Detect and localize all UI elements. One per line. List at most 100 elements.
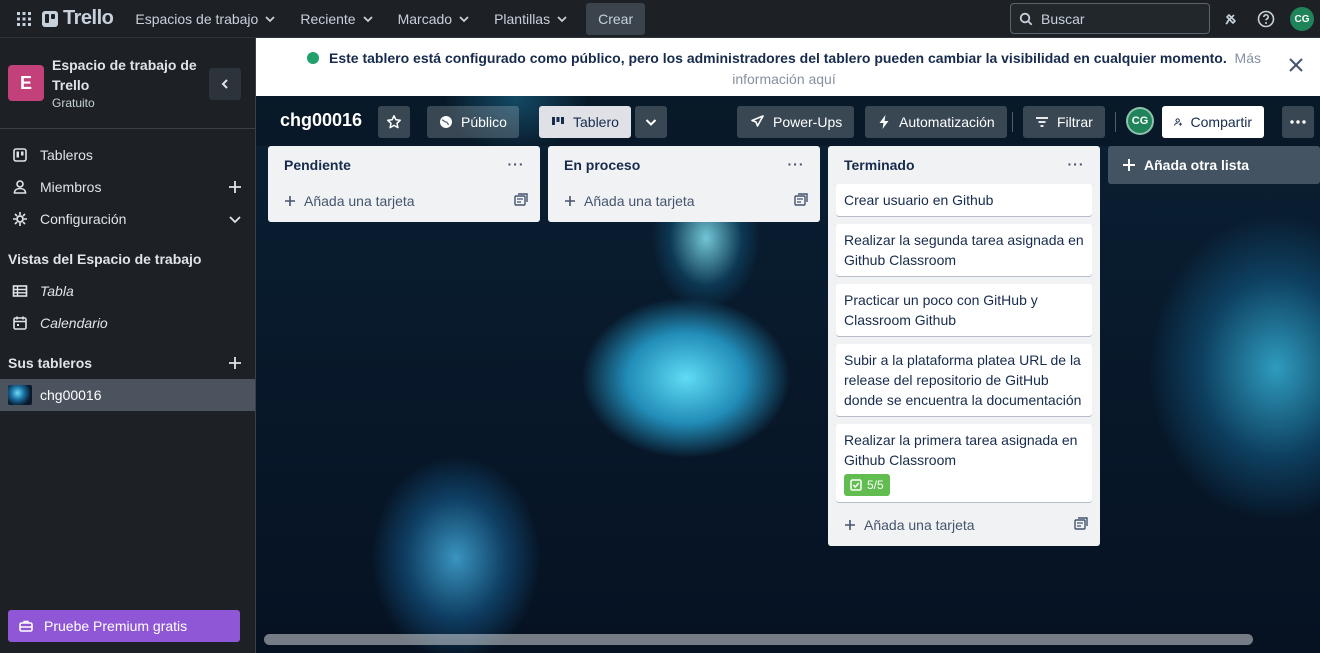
list-en-proceso: En proceso ··· Añada una tarjeta — [548, 146, 820, 222]
plus-icon — [285, 196, 295, 206]
card-title: Crear usuario en Github — [844, 192, 994, 208]
list-header[interactable]: Terminado ··· — [836, 146, 1092, 184]
app-switcher-icon[interactable] — [8, 3, 40, 35]
chevron-down-icon — [645, 119, 657, 126]
card-template-icon[interactable] — [1074, 517, 1088, 531]
try-premium-button[interactable]: Pruebe Premium gratis — [8, 610, 240, 642]
card-template-icon[interactable] — [514, 193, 528, 207]
board-menu-button[interactable] — [1282, 106, 1314, 138]
sidebar-item-members[interactable]: Miembros — [0, 171, 255, 203]
share-label: Compartir — [1190, 114, 1252, 130]
card[interactable]: Crear usuario en Github — [836, 184, 1092, 216]
card-title: Subir a la plataforma platea URL de la r… — [844, 352, 1082, 408]
sidebar-item-calendar-view[interactable]: Calendario — [0, 307, 255, 339]
try-premium-label: Pruebe Premium gratis — [44, 618, 188, 634]
close-banner-button[interactable] — [1282, 51, 1310, 79]
search-input[interactable] — [1041, 10, 1191, 27]
add-card-button[interactable]: Añada una tarjeta — [556, 184, 812, 218]
star-icon — [387, 115, 401, 129]
card[interactable]: Realizar la primera tarea asignada en Gi… — [836, 424, 1092, 502]
board-view-label: Tablero — [573, 114, 619, 130]
sidebar-board-chg00016[interactable]: chg00016 — [0, 379, 255, 411]
workspace-sidebar: E Espacio de trabajo de Trello Gratuito … — [0, 38, 256, 653]
board-title[interactable]: chg00016 — [280, 110, 362, 131]
automation-button[interactable]: Automatización — [865, 106, 1007, 138]
list-menu-button[interactable]: ··· — [784, 150, 808, 178]
board-member-avatar[interactable]: CG — [1126, 107, 1154, 135]
help-icon[interactable] — [1252, 5, 1280, 33]
your-boards-label: Sus tableros — [8, 355, 93, 371]
list-header[interactable]: En proceso ··· — [556, 146, 812, 184]
sidebar-item-boards[interactable]: Tableros — [0, 139, 255, 171]
notifications-icon[interactable] — [1217, 5, 1245, 33]
create-button[interactable]: Crear — [586, 2, 646, 35]
switch-view-button[interactable] — [635, 106, 667, 138]
card[interactable]: Subir a la plataforma platea URL de la r… — [836, 344, 1092, 416]
checkbox-icon — [850, 479, 862, 491]
add-member-icon[interactable] — [227, 179, 243, 195]
rocket-icon — [751, 115, 764, 127]
sidebar-item-label: Tabla — [40, 283, 74, 299]
person-icon — [13, 180, 27, 194]
workspace-avatar[interactable]: E — [8, 65, 44, 101]
horizontal-scrollbar[interactable] — [264, 634, 1253, 645]
card[interactable]: Practicar un poco con GitHub y Classroom… — [836, 284, 1092, 336]
list-menu-button[interactable]: ··· — [504, 150, 528, 178]
header-divider — [1115, 112, 1116, 132]
menu-templates[interactable]: Plantillas — [484, 3, 578, 35]
workspace-plan: Gratuito — [52, 96, 95, 110]
add-another-list-button[interactable]: Añada otra lista — [1108, 146, 1320, 184]
search-box[interactable] — [1010, 3, 1210, 34]
banner-text: Este tablero está configurado como públi… — [304, 48, 1264, 90]
chevron-down-icon — [265, 15, 275, 22]
search-icon — [1019, 12, 1033, 25]
card[interactable]: Realizar la segunda tarea asignada en Gi… — [836, 224, 1092, 276]
list-title[interactable]: Terminado — [844, 157, 915, 173]
checklist-badge: 5/5 — [844, 474, 890, 496]
share-button[interactable]: Compartir — [1162, 106, 1264, 138]
menu-recent[interactable]: Reciente — [290, 3, 383, 35]
plus-icon — [1123, 159, 1135, 171]
sidebar-item-label: Tableros — [40, 147, 93, 163]
board-icon — [13, 148, 27, 162]
sidebar-item-label: Miembros — [40, 179, 102, 195]
filter-label: Filtrar — [1057, 114, 1093, 130]
automation-label: Automatización — [899, 114, 995, 130]
menu-workspaces[interactable]: Espacios de trabajo — [125, 3, 286, 35]
sidebar-item-settings[interactable]: Configuración — [0, 203, 255, 235]
card-title: Practicar un poco con GitHub y Classroom… — [844, 292, 1038, 328]
calendar-icon — [13, 316, 27, 330]
chevron-down-icon — [362, 15, 373, 22]
board-header: chg00016 Público Tablero Power-Ups Autom… — [256, 96, 1320, 146]
workspace-name[interactable]: Espacio de trabajo de Trello — [52, 55, 202, 95]
trello-logo-icon — [42, 10, 58, 27]
star-board-button[interactable] — [378, 106, 410, 138]
collapse-sidebar-button[interactable] — [209, 68, 241, 100]
sidebar-item-table-view[interactable]: Tabla — [0, 275, 255, 307]
workspace-header: E Espacio de trabajo de Trello Gratuito — [0, 38, 255, 129]
board-view-icon — [552, 117, 564, 125]
add-card-button[interactable]: Añada una tarjeta — [836, 508, 1092, 542]
visibility-button[interactable]: Público — [427, 106, 519, 138]
list-title[interactable]: Pendiente — [284, 157, 351, 173]
chevron-left-icon — [221, 79, 228, 89]
trello-logo[interactable]: Trello — [42, 7, 114, 30]
card-title: Realizar la segunda tarea asignada en Gi… — [844, 232, 1084, 268]
user-avatar[interactable]: CG — [1290, 7, 1314, 31]
card-title: Realizar la primera tarea asignada en Gi… — [844, 432, 1078, 468]
table-icon — [12, 285, 28, 297]
add-card-button[interactable]: Añada una tarjeta — [276, 184, 532, 218]
menu-workspaces-label: Espacios de trabajo — [135, 10, 259, 27]
menu-recent-label: Reciente — [300, 10, 356, 27]
list-header[interactable]: Pendiente ··· — [276, 146, 532, 184]
chevron-down-icon[interactable] — [227, 211, 243, 227]
list-title[interactable]: En proceso — [564, 157, 640, 173]
board-view-button[interactable]: Tablero — [539, 106, 631, 138]
card-template-icon[interactable] — [794, 193, 808, 207]
menu-starred[interactable]: Marcado — [388, 3, 480, 35]
list-menu-button[interactable]: ··· — [1064, 150, 1088, 178]
visibility-label: Público — [461, 114, 507, 130]
add-board-icon[interactable] — [227, 355, 243, 371]
power-ups-button[interactable]: Power-Ups — [737, 106, 855, 138]
filter-button[interactable]: Filtrar — [1023, 106, 1105, 138]
